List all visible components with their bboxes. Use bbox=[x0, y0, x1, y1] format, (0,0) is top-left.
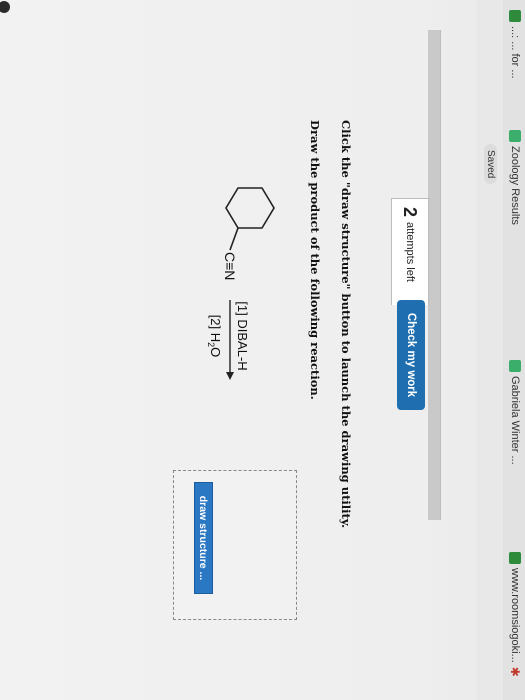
bookmark-item[interactable]: Zoology Results bbox=[509, 130, 521, 225]
ring-substituent-bond bbox=[229, 227, 239, 251]
bookmark-label: www.roomsiogoki... bbox=[509, 568, 521, 663]
leaf-icon bbox=[509, 360, 521, 372]
reagent-step-1: [1] DIBAL-H bbox=[235, 301, 250, 370]
cyclohexane-ring bbox=[225, 187, 275, 229]
attempts-label: attempts left bbox=[404, 222, 416, 282]
question-prompt: Draw the product of the following reacti… bbox=[308, 120, 322, 400]
bookmark-label: ...: ... for ... bbox=[509, 26, 521, 79]
pin-icon: ✱ bbox=[508, 666, 522, 677]
status-bar: Saved bbox=[477, 0, 503, 700]
bookmarks-bar: ...: ... for ... Zoology Results Gabriel… bbox=[502, 0, 525, 700]
page-background: ...: ... for ... Zoology Results Gabriel… bbox=[0, 0, 525, 700]
bookmark-item[interactable]: ...: ... for ... bbox=[509, 10, 521, 79]
question-nav-icon[interactable] bbox=[0, 0, 11, 14]
reagent-step-2-tail: O bbox=[208, 347, 223, 357]
instruction-text: Click the "draw structure" button to lau… bbox=[339, 120, 353, 529]
attempts-count: 2 bbox=[400, 207, 421, 218]
reaction-arrow-head bbox=[226, 372, 234, 380]
answer-drop-zone[interactable] bbox=[173, 470, 297, 620]
check-my-work-button[interactable]: Check my work bbox=[397, 300, 425, 410]
screen: ...: ... for ... Zoology Results Gabriel… bbox=[0, 0, 525, 700]
saved-status: Saved bbox=[484, 144, 497, 185]
reagent-step-2: [2] H2O bbox=[206, 315, 223, 358]
bookmark-label: Gabriela Winter ... bbox=[509, 376, 521, 465]
reagent-step-2-text: [2] H bbox=[208, 315, 223, 342]
draw-structure-button[interactable]: draw structure ... bbox=[194, 482, 213, 594]
bookmark-icon bbox=[509, 10, 521, 22]
bookmark-item[interactable]: www.roomsiogoki... ✱ bbox=[508, 552, 522, 677]
nitrile-group: C≡N bbox=[222, 252, 238, 280]
bookmark-label: Zoology Results bbox=[509, 146, 521, 225]
globe-icon bbox=[509, 552, 521, 564]
leaf-icon bbox=[509, 130, 521, 142]
bookmark-item[interactable]: Gabriela Winter ... bbox=[509, 360, 521, 465]
reaction-scheme: C≡N [1] DIBAL-H [2] H2O bbox=[206, 187, 275, 380]
panel-divider bbox=[428, 30, 441, 520]
attempts-counter: 2 attempts left bbox=[391, 198, 429, 305]
